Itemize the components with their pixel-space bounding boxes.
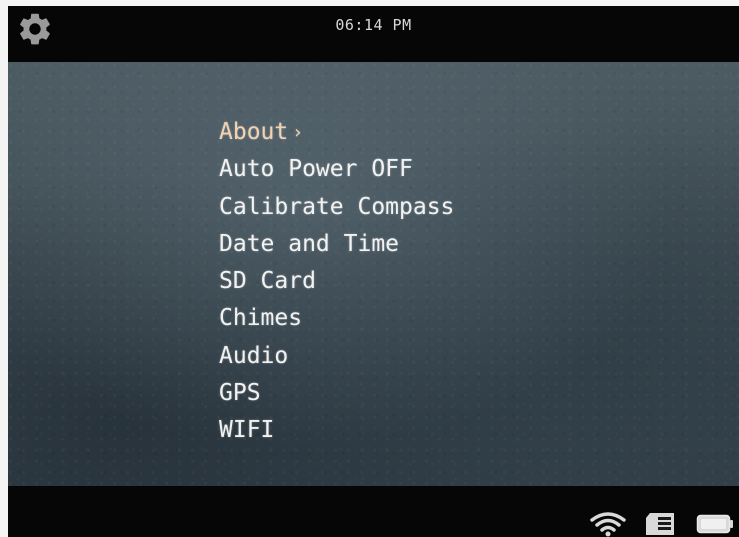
bottom-status-bar	[8, 486, 739, 537]
wifi-icon	[590, 512, 626, 537]
menu-item-label: Date and Time	[219, 230, 400, 257]
clock-time: 06:14 PM	[335, 16, 412, 34]
settings-menu-area: About › Auto Power OFF Calibrate Compass …	[8, 62, 739, 486]
menu-item-sd-card[interactable]: SD Card	[219, 263, 454, 300]
menu-item-chimes[interactable]: Chimes	[219, 300, 454, 337]
menu-item-gps[interactable]: GPS	[219, 375, 454, 412]
screen: 06:14 PM About › Auto Power OFF Calibrate…	[8, 6, 739, 537]
menu-item-label: WIFI	[219, 417, 275, 444]
menu-item-audio[interactable]: Audio	[219, 338, 454, 375]
settings-menu: About › Auto Power OFF Calibrate Compass …	[219, 114, 454, 450]
menu-item-wifi[interactable]: WIFI	[219, 412, 454, 449]
menu-item-calibrate-compass[interactable]: Calibrate Compass	[219, 189, 454, 226]
menu-item-label: Chimes	[219, 305, 303, 332]
sd-card-icon	[646, 513, 674, 535]
menu-item-label: GPS	[219, 380, 261, 407]
chevron-right-icon: ›	[292, 122, 304, 143]
menu-item-label: Calibrate Compass	[219, 193, 455, 220]
menu-item-label: SD Card	[219, 268, 316, 295]
battery-icon	[696, 514, 733, 534]
menu-item-label: Audio	[219, 342, 289, 369]
menu-item-label: About	[219, 119, 289, 145]
menu-item-auto-power-off[interactable]: Auto Power OFF	[219, 151, 454, 188]
top-status-bar: 06:14 PM	[8, 6, 739, 62]
menu-item-label: Auto Power OFF	[219, 156, 413, 183]
menu-item-about[interactable]: About ›	[219, 114, 454, 151]
device-frame: 06:14 PM About › Auto Power OFF Calibrate…	[0, 0, 739, 537]
menu-item-date-and-time[interactable]: Date and Time	[219, 226, 454, 263]
